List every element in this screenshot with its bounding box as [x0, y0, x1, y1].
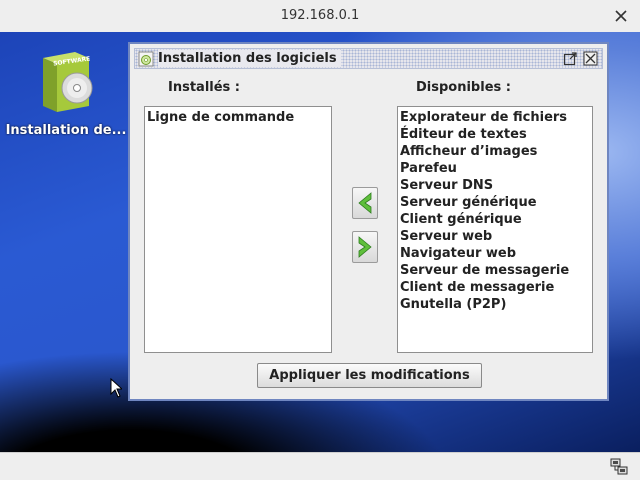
- arrow-right-icon: [358, 236, 372, 258]
- network-icon[interactable]: [610, 458, 628, 476]
- apply-changes-button[interactable]: Appliquer les modifications: [257, 363, 482, 388]
- list-item[interactable]: Serveur générique: [400, 194, 592, 211]
- list-item[interactable]: Ligne de commande: [147, 109, 331, 126]
- maximize-icon[interactable]: [563, 51, 578, 66]
- list-item[interactable]: Client de messagerie: [400, 279, 592, 296]
- outer-window-title: 192.168.0.1: [280, 8, 360, 23]
- software-install-window: Installation des logiciels Installés : D…: [128, 42, 609, 401]
- list-item[interactable]: Navigateur web: [400, 245, 592, 262]
- app-logo-icon: [138, 51, 154, 67]
- available-list[interactable]: Explorateur de fichiers Éditeur de texte…: [397, 106, 593, 353]
- desktop: SOFTWARE Installation de... Installation…: [0, 32, 640, 452]
- list-item[interactable]: Serveur DNS: [400, 177, 592, 194]
- close-icon[interactable]: [583, 51, 598, 66]
- mouse-cursor-icon: [110, 378, 122, 398]
- outer-titlebar: 192.168.0.1: [0, 0, 640, 33]
- available-header: Disponibles :: [416, 80, 511, 95]
- taskbar: [0, 452, 640, 480]
- installed-list[interactable]: Ligne de commande: [144, 106, 332, 353]
- desktop-icon-software-installer[interactable]: SOFTWARE Installation de...: [4, 46, 128, 138]
- list-item[interactable]: Gnutella (P2P): [400, 296, 592, 313]
- list-item[interactable]: Éditeur de textes: [400, 126, 592, 143]
- software-box-icon: SOFTWARE: [43, 52, 93, 112]
- add-to-installed-button[interactable]: [352, 187, 378, 219]
- list-item[interactable]: Serveur web: [400, 228, 592, 245]
- desktop-icon-label: Installation de...: [5, 123, 127, 138]
- installed-header: Installés :: [168, 80, 241, 95]
- app-title: Installation des logiciels: [158, 50, 341, 67]
- list-item[interactable]: Parefeu: [400, 160, 592, 177]
- app-titlebar[interactable]: Installation des logiciels: [134, 48, 603, 69]
- list-item[interactable]: Explorateur de fichiers: [400, 109, 592, 126]
- list-item[interactable]: Afficheur d’images: [400, 143, 592, 160]
- list-item[interactable]: Client générique: [400, 211, 592, 228]
- arrow-left-icon: [358, 192, 372, 214]
- remove-from-installed-button[interactable]: [352, 231, 378, 263]
- outer-close-icon[interactable]: [612, 7, 630, 25]
- list-item[interactable]: Serveur de messagerie: [400, 262, 592, 279]
